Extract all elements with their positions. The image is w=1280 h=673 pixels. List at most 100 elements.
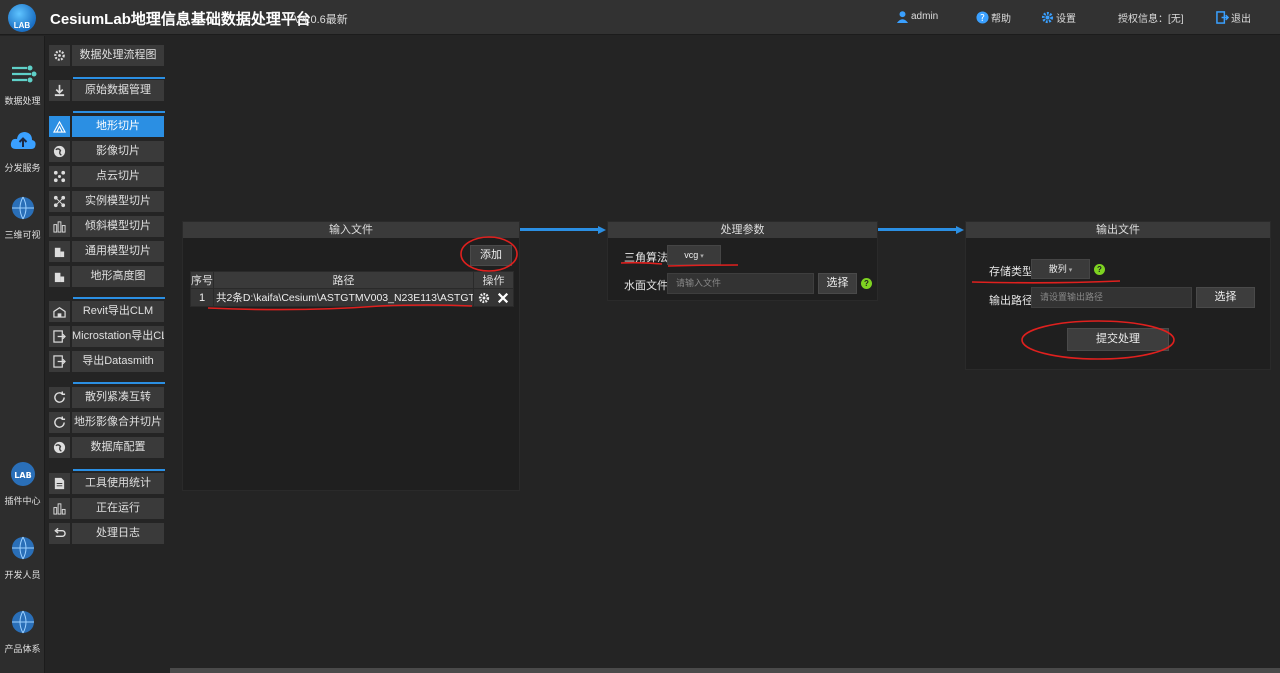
input-file-table: 序号 路径 操作 1 共2条D:\kaifa\Cesium\ASTGTMV003…: [190, 271, 514, 307]
svg-text:LAB: LAB: [14, 471, 31, 480]
menu-item-revit-export[interactable]: Revit导出CLM: [48, 301, 166, 322]
nav-plugin-center[interactable]: LAB 插件中心: [0, 460, 45, 507]
output-path-select-button[interactable]: 选择: [1196, 287, 1255, 308]
nav-label: 插件中心: [4, 496, 41, 506]
document-icon: [49, 473, 70, 494]
menu-item-label: 导出Datasmith: [72, 351, 164, 372]
menu-item-instance-model-tiling[interactable]: 实例模型切片: [48, 191, 166, 212]
menu-item-tool-stats[interactable]: 工具使用统计: [48, 473, 166, 494]
svg-text:?: ?: [980, 13, 985, 24]
revit-icon: [49, 301, 70, 322]
menu-item-terrain-tiling[interactable]: 地形切片: [48, 116, 166, 137]
water-file-input[interactable]: 请输入文件: [667, 273, 814, 294]
menu-item-label: 地形高度图: [72, 266, 164, 287]
nav-label: 分发服务: [4, 163, 41, 173]
menu-item-pointcloud-tiling[interactable]: 点云切片: [48, 166, 166, 187]
menu-item-label: 数据处理流程图: [72, 45, 164, 66]
user-menu[interactable]: admin: [896, 10, 938, 23]
menu-item-flowchart[interactable]: 数据处理流程图: [48, 45, 166, 66]
menu-item-imagery-tiling[interactable]: 影像切片: [48, 141, 166, 162]
logout-button[interactable]: 退出: [1216, 10, 1251, 25]
menu-divider: [73, 382, 165, 384]
menu-item-terrain-imagery-merge[interactable]: 地形影像合并切片: [48, 412, 166, 433]
algorithm-select[interactable]: vcg ▾: [667, 245, 721, 265]
left-nav-bar: 数据处理 分发服务 三维可视 LAB 插件中心 开发人员 产品体系: [0, 36, 45, 673]
horizontal-scrollbar[interactable]: [170, 668, 1280, 673]
globe-3d-icon: [11, 196, 34, 220]
storage-type-select[interactable]: 散列 ▾: [1031, 259, 1090, 279]
table-row: 1 共2条D:\kaifa\Cesium\ASTGTMV003_N23E113\…: [190, 288, 514, 307]
nav-label: 数据处理: [4, 96, 41, 106]
flow-arrow-head-icon: [956, 225, 964, 234]
menu-divider: [73, 469, 165, 471]
row-delete-close-icon[interactable]: [497, 292, 509, 304]
gear-icon: [1041, 11, 1054, 24]
menu-item-label: Revit导出CLM: [72, 301, 164, 322]
menu-item-label: 实例模型切片: [72, 191, 164, 212]
flow-arrow-head-icon: [598, 225, 606, 234]
terrain-icon: [49, 116, 70, 137]
settings-button[interactable]: 设置: [1041, 10, 1076, 25]
menu-item-label: 倾斜模型切片: [72, 216, 164, 237]
nav-3d-view[interactable]: 三维可视: [0, 194, 45, 241]
nav-data-processing[interactable]: 数据处理: [0, 60, 45, 107]
data-processing-icon: [11, 65, 36, 83]
menu-item-label: 通用模型切片: [72, 241, 164, 262]
gear-icon: [49, 45, 70, 66]
row-path: 共2条D:\kaifa\Cesium\ASTGTMV003_N23E113\AS…: [213, 288, 474, 307]
row-index: 1: [190, 288, 214, 307]
menu-item-terrain-heightmap[interactable]: 地形高度图: [48, 266, 166, 287]
menu-item-raw-data[interactable]: 原始数据管理: [48, 80, 166, 101]
undo-icon: [49, 523, 70, 544]
user-name: admin: [911, 11, 939, 22]
panel-title: 输出文件: [966, 222, 1270, 238]
menu-item-label: 处理日志: [72, 523, 164, 544]
menu-item-general-model-tiling[interactable]: 通用模型切片: [48, 241, 166, 262]
menu-item-label: 地形影像合并切片: [72, 412, 164, 433]
help-label: 帮助: [991, 14, 1011, 25]
developers-icon: [11, 536, 34, 560]
settings-label: 设置: [1056, 14, 1076, 25]
storage-help-icon[interactable]: ?: [1094, 264, 1105, 275]
storage-type-label: 存储类型: [989, 266, 1033, 278]
menu-item-database-config[interactable]: 数据库配置: [48, 437, 166, 458]
menu-item-running[interactable]: 正在运行: [48, 498, 166, 519]
col-index: 序号: [190, 271, 214, 289]
help-button[interactable]: ? 帮助: [976, 10, 1011, 25]
panel-title: 处理参数: [608, 222, 877, 238]
menu-item-oblique-model-tiling[interactable]: 倾斜模型切片: [48, 216, 166, 237]
water-file-label: 水面文件: [624, 280, 668, 292]
nav-label: 开发人员: [4, 570, 41, 580]
storage-type-value: 散列: [1048, 264, 1067, 274]
app-title: CesiumLab地理信息基础数据处理平台: [50, 11, 311, 28]
chevron-down-icon: ▾: [1066, 267, 1073, 274]
row-settings-gear-icon[interactable]: [478, 292, 490, 304]
add-file-button[interactable]: 添加: [470, 245, 512, 266]
menu-item-microstation-export[interactable]: Microstation导出CLM: [48, 326, 166, 347]
nav-distribution[interactable]: 分发服务: [0, 127, 45, 174]
row-actions: [473, 288, 514, 307]
menu-item-label: 散列紧凑互转: [72, 387, 164, 408]
output-file-panel: 输出文件 存储类型 散列 ▾ ? 输出路径 请设置输出路径 选择 提交处理: [965, 221, 1271, 370]
menu-item-label: 影像切片: [72, 141, 164, 162]
menu-item-label: 地形切片: [72, 116, 164, 137]
water-file-select-button[interactable]: 选择: [818, 273, 857, 294]
menu-divider: [73, 111, 165, 113]
output-path-input[interactable]: 请设置输出路径: [1031, 287, 1192, 308]
menu-item-process-log[interactable]: 处理日志: [48, 523, 166, 544]
water-help-icon[interactable]: ?: [861, 278, 872, 289]
imagery-globe-icon: [49, 141, 70, 162]
cesiumlab-logo-icon: LAB: [8, 4, 36, 32]
submit-process-button[interactable]: 提交处理: [1067, 328, 1169, 351]
instance-model-icon: [49, 191, 70, 212]
chevron-down-icon: ▾: [698, 253, 704, 260]
output-path-label: 输出路径: [989, 295, 1033, 307]
nav-developers[interactable]: 开发人员: [0, 534, 45, 581]
building-icon: [49, 216, 70, 237]
download-icon: [49, 80, 70, 101]
pointcloud-icon: [49, 166, 70, 187]
menu-item-datasmith-export[interactable]: 导出Datasmith: [48, 351, 166, 372]
menu-item-hash-compact-convert[interactable]: 散列紧凑互转: [48, 387, 166, 408]
help-icon: ?: [976, 11, 989, 24]
nav-product-system[interactable]: 产品体系: [0, 608, 45, 655]
